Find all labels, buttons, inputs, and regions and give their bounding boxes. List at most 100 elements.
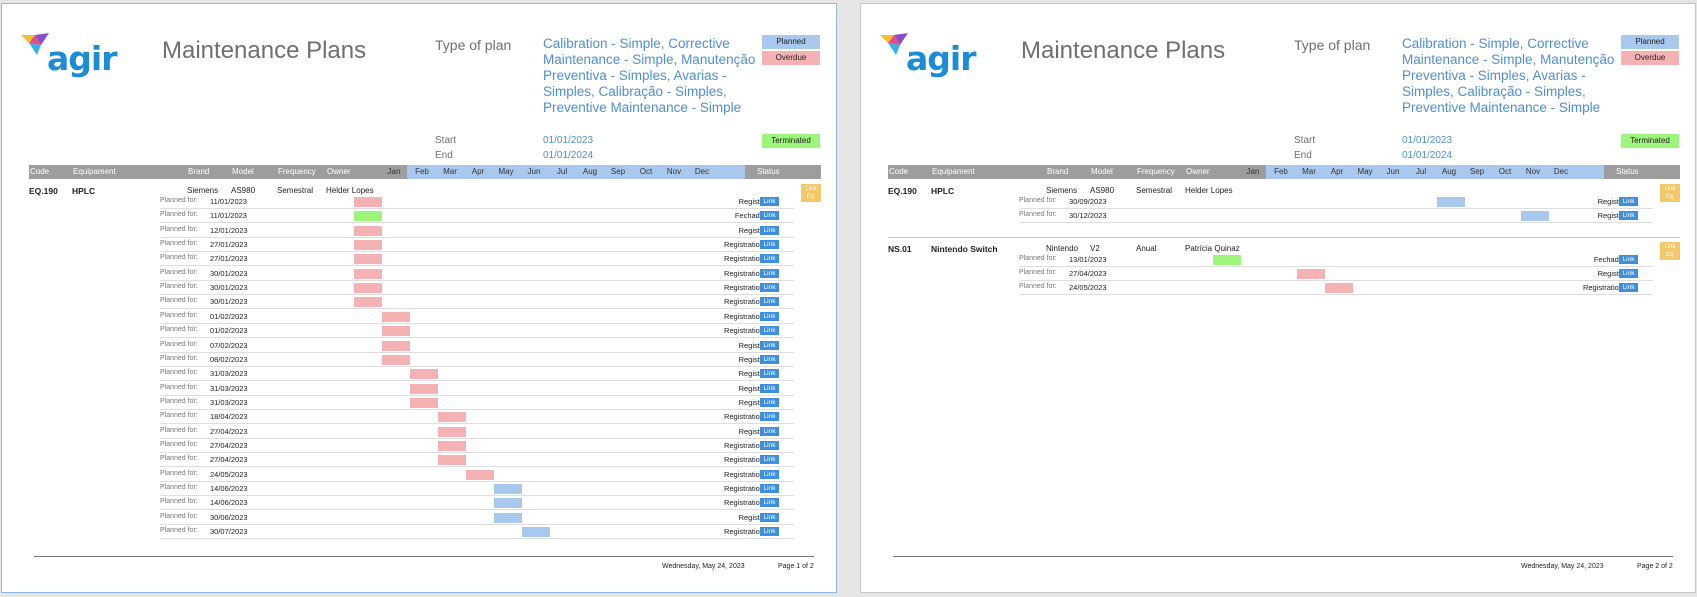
plan-link-button[interactable]: Link [1619,254,1638,264]
planned-for-label: Planned for: [1019,211,1057,219]
equipment-frequency: Semestral [277,186,314,195]
plan-link-button[interactable]: Link [760,369,779,379]
equipment-link-button[interactable]: Link Eq. [801,184,821,202]
equipment-name: HPLC [72,186,96,196]
planned-date: 31/03/2023 [210,369,248,379]
header-month-nov: Nov [1525,167,1541,176]
plan-link-button[interactable]: Link [760,426,779,436]
header-model: Model [1091,167,1113,176]
plan-link-button[interactable]: Link [760,527,779,537]
timeline-bar-planned [1521,211,1549,222]
header-equipment: Equipament [73,167,116,176]
plan-link-button[interactable]: Link [760,469,779,479]
equipment-frequency: Anual [1136,243,1157,253]
plan-link-button[interactable]: Link [1619,211,1638,221]
header-month-jul: Jul [1415,167,1427,176]
plan-row: Planned for: 27/04/2023 Registo Link [160,425,794,439]
footer-date: Wednesday, May 24, 2023 [1521,563,1604,570]
end-date: 01/01/2024 [543,150,594,161]
header-code: Code [30,167,50,176]
header-status: Status [1616,167,1639,176]
start-label: Start [435,135,457,146]
planned-for-label: Planned for: [160,369,198,377]
plan-link-button[interactable]: Link [760,354,779,364]
plan-status: Registration [723,440,764,450]
planned-date: 30/01/2023 [210,283,248,293]
plan-link-button[interactable]: Link [760,254,779,264]
equipment-link-button[interactable]: Link Eq. [1660,241,1680,260]
planned-date: 27/01/2023 [210,240,248,250]
timeline-bar-overdue [354,225,382,236]
plan-link-button[interactable]: Link [760,498,779,508]
plan-row: Planned for: 27/01/2023 Registration Link [160,252,794,267]
plan-link-button[interactable]: Link [760,440,779,450]
legend-overdue: Overdue [1621,51,1679,65]
plan-link-button[interactable]: Link [760,197,779,206]
plan-link-button[interactable]: Link [760,340,779,350]
start-label: Start [1294,135,1316,146]
plan-link-button[interactable]: Link [1619,197,1638,206]
plan-link-button[interactable]: Link [760,268,779,278]
plan-row: Planned for: 13/01/2023 Fechado Link [1019,253,1653,267]
timeline-bar-overdue [382,340,410,351]
timeline-bar-overdue [410,369,438,380]
equipment-separator [888,236,1680,238]
plan-row: Planned for: 08/02/2023 Registo Link [160,353,794,367]
plan-link-button[interactable]: Link [760,455,779,465]
equipment-link-button[interactable]: Link Eq. [1660,184,1680,202]
planned-for-label: Planned for: [160,311,198,319]
plan-row: Planned for: 30/07/2023 Registration Link [160,525,794,540]
plan-link-button[interactable]: Link [760,326,779,336]
timeline-bar-overdue [382,311,410,322]
header-month-sep: Sep [1469,167,1485,176]
header-month-apr: Apr [471,167,485,176]
plan-link-button[interactable]: Link [1619,269,1638,279]
plan-type-label: Type of plan [435,37,512,53]
plan-link-button[interactable]: Link [760,412,779,422]
equipment-owner: Patrícia Quinaz [1185,243,1240,253]
plan-type-value: Calibration - Simple, Corrective Mainten… [1402,36,1615,115]
plan-row: Planned for: 31/03/2023 Registo Link [160,382,794,396]
timeline-bar-term [1213,254,1241,265]
header-month-mar: Mar [1302,167,1316,176]
plan-link-button[interactable]: Link [760,397,779,407]
footer-page-number: Page 2 of 2 [1637,563,1673,570]
planned-for-label: Planned for: [160,326,198,334]
timeline-bar-overdue [354,254,382,265]
timeline-bar-overdue [438,440,466,451]
report-page-2: agir Maintenance Plans Type of plan Calibra… [860,3,1696,593]
plan-link-button[interactable]: Link [760,225,779,235]
plan-link-button[interactable]: Link [760,283,779,293]
header-month-aug: Aug [1441,167,1457,176]
header-equipment: Equipament [932,167,975,176]
plan-row: Planned for: 27/04/2023 Registration Link [160,439,794,453]
plan-status: Registration [723,412,764,422]
header-month-feb: Feb [1274,167,1288,176]
equipment-code: EQ.190 [888,186,917,196]
planned-date: 27/04/2023 [210,426,248,436]
timeline-bar-overdue [354,240,382,251]
planned-for-label: Planned for: [160,225,198,233]
plan-link-button[interactable]: Link [760,297,779,307]
page-title: Maintenance Plans [1021,37,1226,64]
plan-link-button[interactable]: Link [760,240,779,250]
planned-date: 30/06/2023 [210,512,248,522]
plan-link-button[interactable]: Link [760,484,779,493]
plan-link-button[interactable]: Link [760,383,779,393]
plan-link-button[interactable]: Link [1619,283,1638,293]
plan-row: Planned for: 30/01/2023 Registration Link [160,267,794,281]
plan-link-button[interactable]: Link [760,311,779,321]
header-month-jan: Jan [387,167,401,176]
agir-logo: agir [19,31,117,81]
legend-planned: Planned [1621,35,1679,49]
plan-link-button[interactable]: Link [760,512,779,522]
planned-date: 30/01/2023 [210,268,248,278]
plan-link-button[interactable]: Link [760,211,779,221]
equipment-brand: Nintendo [1046,243,1079,253]
legend-overdue: Overdue [762,51,820,65]
header-owner: Owner [327,167,351,176]
header-month-oct: Oct [639,167,653,176]
equipment-owner: Helder Lopes [326,186,374,195]
planned-date: 14/06/2023 [210,498,248,508]
header-brand: Brand [1047,167,1069,176]
